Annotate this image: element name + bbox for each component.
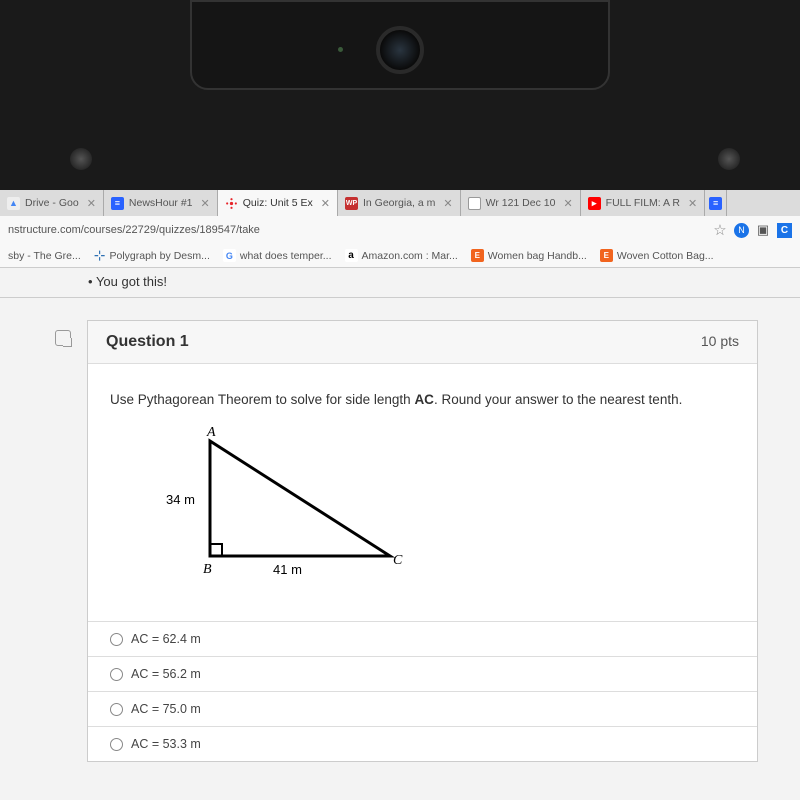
flag-question-icon[interactable] [55, 330, 71, 346]
prompt-bold: AC [414, 392, 434, 407]
radio-icon [110, 668, 123, 681]
question-number: Question 1 [106, 333, 189, 351]
radio-icon [110, 633, 123, 646]
close-icon[interactable]: ✕ [563, 197, 572, 210]
webcam-lens [376, 26, 424, 74]
tab-label: FULL FILM: A R [606, 197, 680, 209]
flag-column [55, 320, 75, 762]
etsy-icon: E [600, 249, 613, 262]
desmos-icon: ⊹ [94, 247, 106, 264]
tab-label: Wr 121 Dec 10 [486, 197, 556, 209]
side-bc-label: 41 m [273, 562, 302, 577]
reader-icon[interactable]: ▣ [755, 222, 771, 238]
laptop-screen: ▲ Drive - Goo ✕ ≡ NewsHour #1 ✕ Quiz: Un… [0, 190, 800, 800]
tab-label: Quiz: Unit 5 Ex [243, 197, 313, 209]
laptop-bezel [0, 0, 800, 190]
radio-icon [110, 738, 123, 751]
bookmark-label: what does temper... [240, 250, 332, 262]
bookmark-item[interactable]: ⊹ Polygraph by Desm... [90, 247, 214, 264]
question-body: Use Pythagorean Theorem to solve for sid… [88, 364, 757, 621]
question-card: Question 1 10 pts Use Pythagorean Theore… [87, 320, 758, 762]
option-text: AC = 75.0 m [131, 702, 201, 716]
browser-tab[interactable]: WP In Georgia, a m ✕ [338, 190, 461, 216]
bookmark-item[interactable]: a Amazon.com : Mar... [341, 249, 462, 262]
question-header: Question 1 10 pts [88, 321, 757, 364]
bookmark-label: Woven Cotton Bag... [617, 250, 714, 262]
close-icon[interactable]: ✕ [443, 197, 452, 210]
url-actions: ☆ N ▣ C [712, 222, 792, 238]
docs-icon: ≡ [709, 197, 722, 210]
browser-address-bar[interactable]: nstructure.com/courses/22729/quizzes/189… [0, 216, 800, 244]
vertex-c-label: C [393, 553, 403, 568]
encouragement-text: You got this! [0, 268, 800, 298]
youtube-icon: ▸ [588, 197, 601, 210]
bookmark-item[interactable]: G what does temper... [219, 249, 336, 262]
question-container: Question 1 10 pts Use Pythagorean Theore… [0, 298, 800, 762]
canvas-icon [225, 197, 238, 210]
close-icon[interactable]: ✕ [688, 197, 697, 210]
page-content: You got this! Question 1 10 pts Use Pyth… [0, 268, 800, 800]
page-icon: ▭ [468, 197, 481, 210]
google-icon: G [223, 249, 236, 262]
tab-label: In Georgia, a m [363, 197, 435, 209]
drive-icon: ▲ [7, 197, 20, 210]
browser-tab[interactable]: ▭ Wr 121 Dec 10 ✕ [461, 190, 581, 216]
question-points: 10 pts [701, 333, 739, 351]
etsy-icon: E [471, 249, 484, 262]
bookmark-star-icon[interactable]: ☆ [712, 222, 728, 238]
docs-icon: ≡ [111, 197, 124, 210]
bookmark-label: sby - The Gre... [8, 250, 81, 262]
answer-option[interactable]: AC = 62.4 m [88, 621, 757, 656]
extension-icon[interactable]: N [734, 223, 749, 238]
answer-option[interactable]: AC = 53.3 m [88, 726, 757, 761]
bookmark-item[interactable]: E Women bag Handb... [467, 249, 591, 262]
browser-tab[interactable]: ≡ [705, 190, 727, 216]
option-text: AC = 62.4 m [131, 632, 201, 646]
close-icon[interactable]: ✕ [201, 197, 210, 210]
option-text: AC = 53.3 m [131, 737, 201, 751]
tab-label: NewsHour #1 [129, 197, 193, 209]
webcam-housing [190, 0, 610, 90]
bookmarks-bar: sby - The Gre... ⊹ Polygraph by Desm... … [0, 244, 800, 268]
bookmark-item[interactable]: E Woven Cotton Bag... [596, 249, 718, 262]
close-icon[interactable]: ✕ [87, 197, 96, 210]
answer-option[interactable]: AC = 56.2 m [88, 656, 757, 691]
extension-icon[interactable]: C [777, 223, 792, 238]
triangle-diagram: A B C 34 m 41 m [160, 426, 735, 591]
bookmark-label: Women bag Handb... [488, 250, 587, 262]
browser-tab-bar: ▲ Drive - Goo ✕ ≡ NewsHour #1 ✕ Quiz: Un… [0, 190, 800, 216]
url-text: nstructure.com/courses/22729/quizzes/189… [8, 224, 712, 236]
browser-tab-active[interactable]: Quiz: Unit 5 Ex ✕ [218, 190, 338, 216]
amazon-icon: a [345, 249, 358, 262]
tab-label: Drive - Goo [25, 197, 79, 209]
option-text: AC = 56.2 m [131, 667, 201, 681]
bezel-screw [70, 148, 92, 170]
question-prompt: Use Pythagorean Theorem to solve for sid… [110, 390, 735, 410]
radio-icon [110, 703, 123, 716]
browser-tab[interactable]: ▸ FULL FILM: A R ✕ [581, 190, 706, 216]
bookmark-label: Polygraph by Desm... [109, 250, 209, 262]
bookmark-label: Amazon.com : Mar... [362, 250, 458, 262]
vertex-a-label: A [206, 426, 216, 440]
microphone-indicator [338, 47, 343, 52]
vertex-b-label: B [203, 562, 212, 577]
bookmark-item[interactable]: sby - The Gre... [4, 250, 85, 262]
close-icon[interactable]: ✕ [321, 197, 330, 210]
browser-tab[interactable]: ≡ NewsHour #1 ✕ [104, 190, 218, 216]
side-ab-label: 34 m [166, 492, 195, 507]
answer-options: AC = 62.4 m AC = 56.2 m AC = 75.0 m AC =… [88, 621, 757, 761]
news-icon: WP [345, 197, 358, 210]
bezel-screw [718, 148, 740, 170]
browser-tab[interactable]: ▲ Drive - Goo ✕ [0, 190, 104, 216]
prompt-text: Use Pythagorean Theorem to solve for sid… [110, 392, 414, 407]
answer-option[interactable]: AC = 75.0 m [88, 691, 757, 726]
prompt-text: . Round your answer to the nearest tenth… [434, 392, 682, 407]
